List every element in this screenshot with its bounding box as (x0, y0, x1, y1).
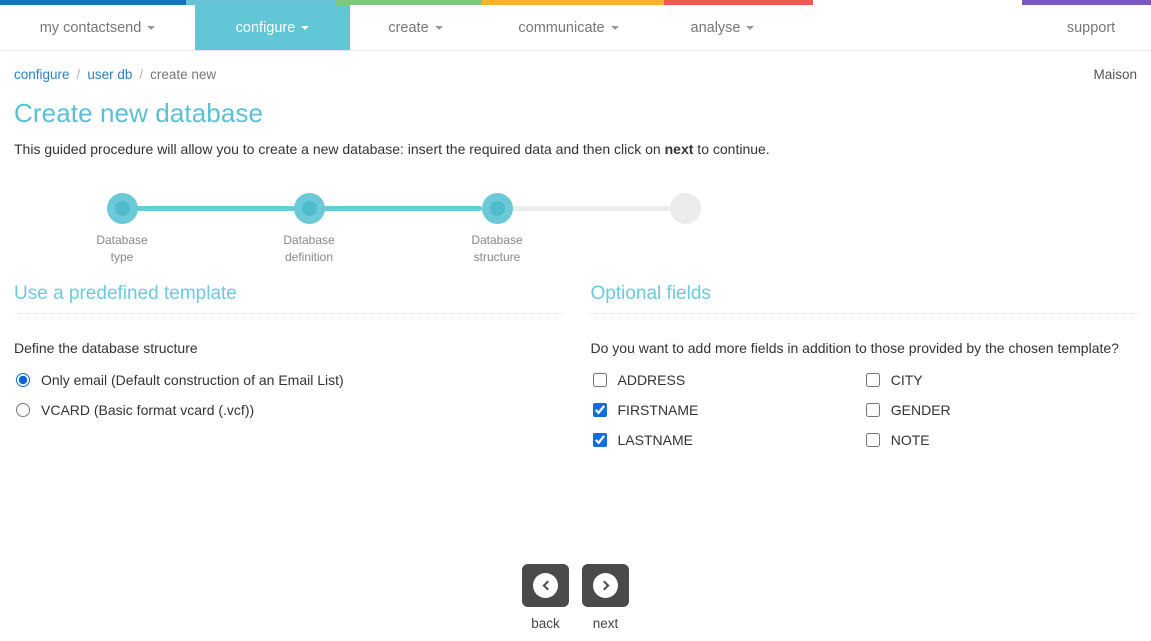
optional-field-label: GENDER (890, 402, 951, 418)
page-title: Create new database (14, 98, 264, 128)
optional-field-label: NOTE (890, 432, 930, 448)
template-section-divider (14, 313, 561, 314)
content-columns: Use a predefined template Define the dat… (0, 283, 1151, 462)
template-column: Use a predefined template Define the dat… (14, 283, 561, 462)
optional-field-checkbox[interactable] (592, 373, 607, 387)
nav-item-label: analyse (690, 19, 741, 36)
template-prompt: Define the database structure (14, 340, 198, 356)
stepper-step-dot (293, 193, 325, 224)
chevron-down-icon (147, 25, 156, 30)
stepper-step-label-line2: structure (473, 250, 521, 264)
chevron-down-icon (746, 25, 755, 30)
optional-field-city[interactable]: CITY (864, 372, 1137, 388)
chevron-left-circle-icon (533, 573, 558, 598)
stepper-step-label-line2: type (110, 250, 134, 264)
optional-field-lastname[interactable]: LASTNAME (591, 432, 864, 448)
stepper-step-2[interactable]: Database definition (249, 193, 369, 266)
nav-item-label: my contactsend (39, 19, 142, 36)
page-description: This guided procedure will allow you to … (14, 141, 1151, 157)
main-navigation: my contactsend configure create communicate… (0, 5, 1151, 51)
optional-field-checkbox[interactable] (865, 403, 880, 417)
nav-item-analyse[interactable]: analyse (656, 5, 789, 50)
next-button[interactable]: next (582, 564, 629, 631)
chevron-right-glyph (599, 580, 609, 591)
template-radio-group: Only email (Default construction of an E… (14, 372, 561, 418)
template-section-title: Use a predefined template (14, 283, 237, 304)
nav-item-communicate[interactable]: communicate (481, 5, 656, 50)
optional-field-firstname[interactable]: FIRSTNAME (591, 402, 864, 418)
page-description-emphasis: next (664, 141, 694, 157)
nav-item-label: communicate (518, 19, 605, 36)
stepper-step-label: Database structure (437, 232, 557, 266)
breadcrumb-item-configure[interactable]: configure (14, 67, 70, 82)
page-description-part2: to continue. (693, 141, 770, 157)
next-button-label: next (592, 616, 619, 631)
optional-field-label: LASTNAME (617, 432, 693, 448)
stepper-step-label: Database definition (249, 232, 369, 266)
breadcrumb-separator: / (139, 67, 144, 82)
breadcrumb-row: configure / user db / create new Maison (0, 51, 1151, 82)
progress-stepper: Database type Database definition Database st… (92, 193, 701, 273)
stepper-step-label-line1: Database (283, 233, 335, 247)
account-name: Maison (1093, 67, 1137, 82)
optional-section-title: Optional fields (590, 283, 711, 304)
back-button[interactable]: back (522, 564, 569, 631)
breadcrumb-item-create-new: create new (150, 67, 217, 82)
template-option-label: Only email (Default construction of an E… (41, 372, 344, 388)
optional-field-label: FIRSTNAME (617, 402, 699, 418)
breadcrumb-item-user-db[interactable]: user db (87, 67, 132, 82)
stepper-step-dot (481, 193, 513, 224)
stepper-step-label-line2: definition (284, 250, 334, 264)
nav-item-label: create (388, 19, 429, 36)
optional-field-checkbox[interactable] (592, 433, 607, 447)
nav-item-create[interactable]: create (350, 5, 481, 50)
chevron-left-glyph (542, 580, 552, 591)
chevron-right-circle-icon (593, 573, 618, 598)
optional-field-label: ADDRESS (617, 372, 686, 388)
template-option-radio[interactable] (16, 373, 30, 387)
template-option-radio[interactable] (16, 403, 30, 417)
optional-field-checkbox[interactable] (865, 433, 880, 447)
nav-item-configure[interactable]: configure (195, 5, 350, 50)
breadcrumb-separator: / (76, 67, 81, 82)
stepper-step-label-line1: Database (96, 233, 148, 247)
stepper-step-3[interactable]: Database structure (437, 193, 557, 266)
optional-field-gender[interactable]: GENDER (864, 402, 1137, 418)
optional-prompt: Do you want to add more fields in additi… (590, 340, 1119, 356)
stepper-step-label-line1: Database (471, 233, 523, 247)
page-description-part1: This guided procedure will allow you to … (14, 141, 665, 157)
template-option-1[interactable]: Only email (Default construction of an E… (14, 372, 561, 388)
stepper-step-4[interactable] (625, 193, 745, 232)
optional-section-divider (590, 313, 1137, 314)
chevron-down-icon (610, 25, 619, 30)
optional-fields-column: Optional fields Do you want to add more … (590, 283, 1138, 462)
next-button-box[interactable] (582, 564, 629, 607)
chevron-down-icon (301, 25, 310, 30)
template-option-label: VCARD (Basic format vcard (.vcf)) (41, 402, 255, 418)
stepper-step-label: Database type (62, 232, 182, 266)
stepper-step-1[interactable]: Database type (62, 193, 182, 266)
optional-field-checkbox[interactable] (865, 373, 880, 387)
optional-field-label: CITY (890, 372, 923, 388)
nav-item-my-contactsend[interactable]: my contactsend (0, 5, 195, 50)
optional-field-checkbox[interactable] (592, 403, 607, 417)
nav-item-label: configure (235, 19, 296, 36)
stepper-step-dot (106, 193, 138, 224)
back-button-label: back (531, 616, 560, 631)
optional-field-note[interactable]: NOTE (864, 432, 1137, 448)
template-option-2[interactable]: VCARD (Basic format vcard (.vcf)) (14, 402, 561, 418)
back-button-box[interactable] (522, 564, 569, 607)
optional-fields-checkbox-grid: ADDRESS CITY FIRSTNAME GENDER LASTNAME NOTE (591, 372, 1138, 462)
optional-field-address[interactable]: ADDRESS (591, 372, 864, 388)
nav-item-label: support (1066, 19, 1116, 36)
breadcrumb: configure / user db / create new (14, 67, 216, 82)
stepper-step-dot (669, 193, 701, 224)
wizard-navigation-buttons: back next (0, 564, 1151, 631)
chevron-down-icon (434, 25, 443, 30)
nav-item-support[interactable]: support (1031, 5, 1151, 50)
